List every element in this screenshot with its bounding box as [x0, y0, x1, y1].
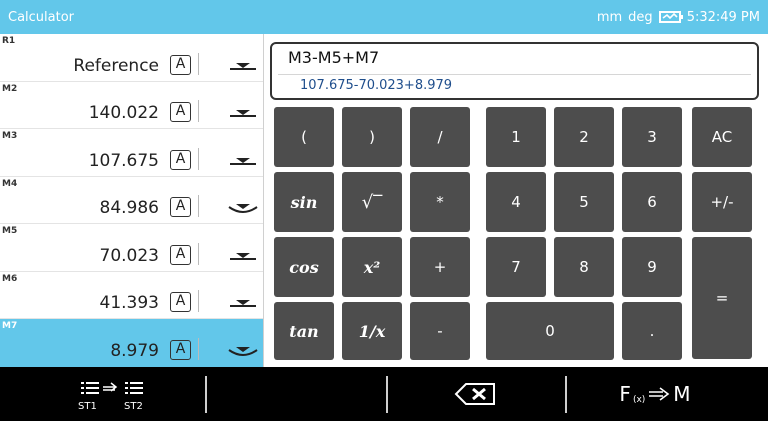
list-item-id: M7: [2, 321, 18, 331]
clock: 5:32:49 PM: [686, 9, 760, 25]
multiply-button[interactable]: *: [410, 172, 470, 232]
transfer-st1-st2-button[interactable]: [60, 367, 170, 421]
list-item-value: 8.979: [110, 340, 159, 361]
minus-button[interactable]: -: [410, 302, 470, 360]
list-item-value: 41.393: [99, 293, 159, 313]
left-paren-button[interactable]: (: [274, 107, 334, 167]
dropdown-flat-icon[interactable]: [226, 243, 260, 267]
digit-2-button[interactable]: 2: [554, 107, 614, 167]
backspace-button[interactable]: [440, 367, 510, 421]
digit-6-button[interactable]: 6: [622, 172, 682, 232]
mode-badge[interactable]: A: [170, 54, 191, 75]
battery-charging-icon: [658, 11, 683, 23]
measurement-list: R1 Reference A M2 140.022 A M3 107.675 A…: [0, 34, 264, 367]
digit-8-button[interactable]: 8: [554, 237, 614, 297]
dropdown-curve-icon[interactable]: [226, 195, 260, 219]
mode-badge[interactable]: A: [170, 292, 191, 312]
divide-button[interactable]: /: [410, 107, 470, 167]
display-divider: [278, 74, 751, 75]
sqrt-button[interactable]: √‾: [342, 172, 402, 232]
list-item[interactable]: M4 84.986 A: [0, 177, 263, 224]
divider: [198, 290, 199, 312]
transfer-to-label: ST2: [124, 401, 143, 412]
divider: [198, 242, 199, 265]
units-indicator: mm: [596, 9, 623, 25]
divider: [198, 337, 199, 360]
list-item[interactable]: M2 140.022 A: [0, 82, 263, 129]
sin-button[interactable]: sin: [274, 172, 334, 232]
all-clear-button[interactable]: AC: [692, 107, 752, 167]
toolbar-divider: [565, 376, 567, 413]
divider: [198, 195, 199, 217]
status-area: mm deg 5:32:49 PM: [597, 10, 760, 25]
backspace-icon: [454, 383, 495, 405]
arrow-right-icon: [649, 387, 670, 401]
dropdown-flat-icon[interactable]: [226, 148, 260, 172]
square-button[interactable]: x²: [342, 237, 402, 297]
dropdown-flat-icon[interactable]: [226, 100, 260, 124]
divider: [198, 147, 199, 170]
list-item-id: M6: [2, 273, 18, 284]
mode-badge[interactable]: A: [170, 339, 191, 360]
digit-3-button[interactable]: 3: [622, 107, 682, 167]
digit-5-button[interactable]: 5: [554, 172, 614, 232]
toolbar-divider: [386, 376, 388, 413]
app-title: Calculator: [8, 9, 75, 25]
digit-9-button[interactable]: 9: [622, 237, 682, 297]
list-item-id: M3: [2, 131, 18, 141]
formula-to-memory-button[interactable]: F (x) M: [600, 367, 710, 421]
dropdown-flat-icon[interactable]: [226, 290, 260, 314]
list-item-id: R1: [2, 36, 16, 46]
toolbar-divider: [205, 376, 207, 413]
title-bar: Calculator mm deg 5:32:49 PM: [0, 0, 768, 34]
divider: [198, 52, 199, 75]
expression-display[interactable]: M3-M5+M7 107.675-70.023+8.979: [270, 42, 759, 100]
decimal-button[interactable]: .: [622, 302, 682, 360]
memory-label: M: [673, 382, 691, 406]
expression-text: M3-M5+M7: [288, 48, 380, 67]
list-item[interactable]: M6 41.393 A: [0, 272, 263, 319]
list-item-value: 84.986: [99, 198, 159, 218]
transfer-from-label: ST1: [78, 401, 97, 412]
list-item-id: M4: [2, 178, 18, 189]
list-item-id: M5: [2, 226, 18, 236]
reciprocal-button[interactable]: 1/x: [342, 302, 402, 360]
list-item-value: Reference: [73, 55, 159, 76]
list-item-selected[interactable]: M7 8.979 A: [0, 319, 263, 367]
bottom-toolbar: ST1 ST2 F (x) M: [0, 367, 768, 421]
mode-badge[interactable]: A: [170, 197, 191, 217]
negate-button[interactable]: +/-: [692, 172, 752, 232]
dropdown-curve-icon[interactable]: [226, 338, 260, 362]
dropdown-flat-icon[interactable]: [226, 53, 260, 77]
mode-badge[interactable]: A: [170, 244, 191, 265]
digit-4-button[interactable]: 4: [486, 172, 546, 232]
evaluated-expression: 107.675-70.023+8.979: [300, 78, 453, 93]
digit-0-button[interactable]: 0: [486, 302, 614, 360]
right-paren-button[interactable]: ): [342, 107, 402, 167]
mode-badge[interactable]: A: [170, 149, 191, 170]
list-item-value: 107.675: [88, 150, 159, 171]
digit-1-button[interactable]: 1: [486, 107, 546, 167]
angle-mode-indicator: deg: [628, 9, 653, 25]
list-item-value: 140.022: [88, 103, 159, 123]
fx-label: F: [619, 382, 631, 406]
plus-button[interactable]: +: [410, 237, 470, 297]
list-item-value: 70.023: [99, 245, 159, 266]
digit-7-button[interactable]: 7: [486, 237, 546, 297]
divider: [198, 100, 199, 122]
calculator-panel: M3-M5+M7 107.675-70.023+8.979 ( ) / 1 2 …: [264, 34, 768, 367]
list-item[interactable]: M3 107.675 A: [0, 129, 263, 177]
tan-button[interactable]: tan: [274, 302, 334, 360]
list-item[interactable]: M5 70.023 A: [0, 224, 263, 272]
list-item[interactable]: R1 Reference A: [0, 34, 263, 82]
mode-badge[interactable]: A: [170, 102, 191, 122]
fx-sub-label: (x): [632, 395, 646, 405]
equals-button[interactable]: =: [692, 237, 752, 359]
cos-button[interactable]: cos: [274, 237, 334, 297]
list-item-id: M2: [2, 83, 18, 94]
